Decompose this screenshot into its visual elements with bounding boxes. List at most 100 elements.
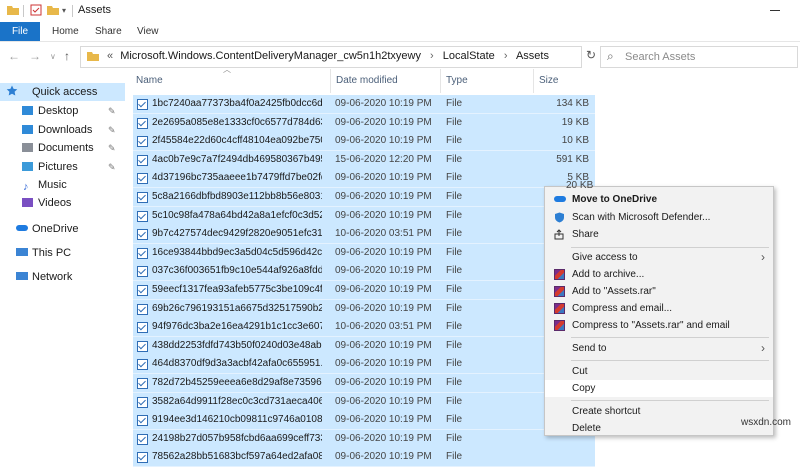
row-checkbox[interactable] (137, 304, 148, 315)
file-name[interactable]: 037c36f003651fb9c10e544af926a8fdd51... (152, 265, 322, 276)
row-checkbox[interactable] (137, 359, 148, 370)
table-row[interactable]: 438dd2253fdfd743b50f0240d03e48ab81... 09-… (133, 337, 595, 356)
file-name[interactable]: 2e2695a085e8e1333cf0c6577d784d631b... (152, 117, 322, 128)
file-name[interactable]: 78562a28bb51683bcf597a64ed2afa085d... (152, 451, 322, 462)
chevron-down-icon[interactable]: ▾ (62, 6, 66, 15)
pin-icon[interactable]: ✎ (108, 158, 116, 176)
table-row[interactable]: 1bc7240aa77373ba4f0a2425fb0dcc6d5c... 09-… (133, 95, 595, 114)
nav-item-pictures[interactable]: Pictures ✎ (0, 158, 125, 176)
menu-item-add-to-archive[interactable]: Add to archive... (545, 266, 773, 283)
table-row[interactable]: 5c10c98fa478a64bd42a8a1efcf0c3d5296... 09… (133, 207, 595, 226)
nav-item-music[interactable]: ♪ Music (0, 176, 125, 194)
table-row[interactable]: 4d37196bc735aaeee1b7479ffd7be02fd8... 09-… (133, 169, 595, 188)
table-row[interactable]: 2f45584e22d60c4cff48104ea092be750d5... 09… (133, 132, 595, 151)
pin-icon[interactable]: ✎ (108, 139, 116, 157)
table-row[interactable]: 94f976dc3ba2e16ea4291b1c1cc3e6072... 10-0… (133, 318, 595, 337)
table-row[interactable]: 5c8a2166dbfbd8903e112bb8b56e80318... 09-0… (133, 188, 595, 207)
table-row[interactable]: 59eecf1317fea93afeb5775c3be109c4f87... 09… (133, 281, 595, 300)
nav-item-videos[interactable]: Videos (0, 194, 125, 212)
file-name[interactable]: 464d8370df9d3a3acbf42afa0c655951... (152, 358, 322, 369)
pin-icon[interactable]: ✎ (108, 102, 116, 120)
column-divider[interactable] (533, 69, 534, 93)
overflow-chevron-icon[interactable]: « (107, 50, 113, 62)
search-input[interactable]: ⌕ Search Assets (600, 46, 798, 68)
menu-item-share[interactable]: Share (545, 226, 773, 243)
menu-item-cut[interactable]: Cut (545, 363, 773, 380)
nav-item-downloads[interactable]: Downloads ✎ (0, 121, 125, 139)
file-name[interactable]: 24198b27d057b958fcbd6aa699ceff733d... (152, 433, 322, 444)
table-row[interactable]: 037c36f003651fb9c10e544af926a8fdd51... 09… (133, 262, 595, 281)
table-row[interactable]: 9b7c427574dec9429f2820e9051efc31ad... 10-… (133, 225, 595, 244)
properties-icon[interactable] (30, 4, 42, 16)
file-name[interactable]: 69b26c796193151a6675d32517590b2a4... (152, 303, 322, 314)
menu-item-scan-defender[interactable]: Scan with Microsoft Defender... (545, 209, 773, 226)
menu-item-give-access[interactable]: Give access to › (545, 249, 773, 266)
menu-item-copy[interactable]: Copy (545, 380, 773, 397)
row-checkbox[interactable] (137, 378, 148, 389)
row-checkbox[interactable] (137, 415, 148, 426)
row-checkbox[interactable] (137, 99, 148, 110)
refresh-icon[interactable]: ↻ (586, 48, 596, 62)
file-name[interactable]: 5c10c98fa478a64bd42a8a1efcf0c3d5296... (152, 210, 322, 221)
file-name[interactable]: 9b7c427574dec9429f2820e9051efc31ad... (152, 228, 322, 239)
breadcrumb-item[interactable]: Microsoft.Windows.ContentDeliveryManager… (120, 50, 421, 62)
column-header-name[interactable]: Name (136, 72, 163, 90)
row-checkbox[interactable] (137, 155, 148, 166)
column-divider[interactable] (330, 69, 331, 93)
file-name[interactable]: 4ac0b7e9c7a7f2494db469580367b49511... (152, 154, 322, 165)
tab-share[interactable]: Share (95, 22, 122, 41)
menu-item-create-shortcut[interactable]: Create shortcut (545, 403, 773, 420)
chevron-right-icon[interactable]: › (430, 50, 434, 62)
back-arrow-icon[interactable]: ← (8, 49, 20, 63)
menu-item-add-to-assets-rar[interactable]: Add to "Assets.rar" (545, 283, 773, 300)
row-checkbox[interactable] (137, 285, 148, 296)
recent-locations-chevron-icon[interactable]: ∨ (50, 52, 56, 61)
table-row[interactable]: 24198b27d057b958fcbd6aa699ceff733d... 09-… (133, 430, 595, 449)
row-checkbox[interactable] (137, 136, 148, 147)
new-folder-icon[interactable] (46, 4, 60, 16)
breadcrumb-item[interactable]: LocalState (443, 50, 495, 62)
chevron-right-icon[interactable]: › (504, 50, 508, 62)
file-name[interactable]: 94f976dc3ba2e16ea4291b1c1cc3e6072... (152, 321, 322, 332)
nav-item-network[interactable]: Network (0, 268, 125, 286)
minimize-button[interactable] (770, 10, 780, 11)
table-row[interactable]: 16ce93844bbd9ec3a5d04c5d596d42c36... 09-0… (133, 244, 595, 263)
file-name[interactable]: 1bc7240aa77373ba4f0a2425fb0dcc6d5c... (152, 98, 322, 109)
menu-item-compress-to-assets-rar-email[interactable]: Compress to "Assets.rar" and email (545, 317, 773, 334)
file-name[interactable]: 3582a64d9911f28ec0c3cd731aeca4069... (152, 396, 322, 407)
row-checkbox[interactable] (137, 211, 148, 222)
row-checkbox[interactable] (137, 397, 148, 408)
pin-icon[interactable]: ✎ (108, 121, 116, 139)
up-arrow-icon[interactable]: ↑ (64, 49, 70, 63)
breadcrumb-item[interactable]: Assets (516, 50, 549, 62)
nav-item-quick-access[interactable]: Quick access (0, 83, 125, 101)
row-checkbox[interactable] (137, 229, 148, 240)
row-checkbox[interactable] (137, 434, 148, 445)
tab-file[interactable]: File (0, 22, 40, 41)
address-bar[interactable]: « Microsoft.Windows.ContentDeliveryManag… (80, 46, 582, 68)
menu-item-send-to[interactable]: Send to › (545, 340, 773, 357)
file-name[interactable]: 59eecf1317fea93afeb5775c3be109c4f87... (152, 284, 322, 295)
table-row[interactable]: 9194ee3d146210cb09811c9746a0108f88... 09-… (133, 411, 595, 430)
table-row[interactable]: 3582a64d9911f28ec0c3cd731aeca4069... 09-0… (133, 393, 595, 412)
row-checkbox[interactable] (137, 248, 148, 259)
row-checkbox[interactable] (137, 322, 148, 333)
menu-item-delete[interactable]: Delete (545, 420, 773, 437)
table-row[interactable]: 4ac0b7e9c7a7f2494db469580367b49511... 15-… (133, 151, 595, 170)
menu-item-move-to-onedrive[interactable]: Move to OneDrive (545, 191, 773, 208)
row-checkbox[interactable] (137, 266, 148, 277)
tab-view[interactable]: View (137, 22, 159, 41)
row-checkbox[interactable] (137, 118, 148, 129)
table-row[interactable]: 69b26c796193151a6675d32517590b2a4... 09-0… (133, 300, 595, 319)
row-checkbox[interactable] (137, 192, 148, 203)
row-checkbox[interactable] (137, 341, 148, 352)
column-divider[interactable] (440, 69, 441, 93)
nav-item-this-pc[interactable]: This PC (0, 244, 125, 262)
file-name[interactable]: 9194ee3d146210cb09811c9746a0108f88... (152, 414, 322, 425)
file-name[interactable]: 5c8a2166dbfbd8903e112bb8b56e80318... (152, 191, 322, 202)
nav-item-onedrive[interactable]: OneDrive (0, 220, 125, 238)
table-row[interactable]: 78562a28bb51683bcf597a64ed2afa085d... 09-… (133, 448, 595, 467)
file-name[interactable]: 2f45584e22d60c4cff48104ea092be750d5... (152, 135, 322, 146)
tab-home[interactable]: Home (52, 22, 79, 41)
row-checkbox[interactable] (137, 173, 148, 184)
